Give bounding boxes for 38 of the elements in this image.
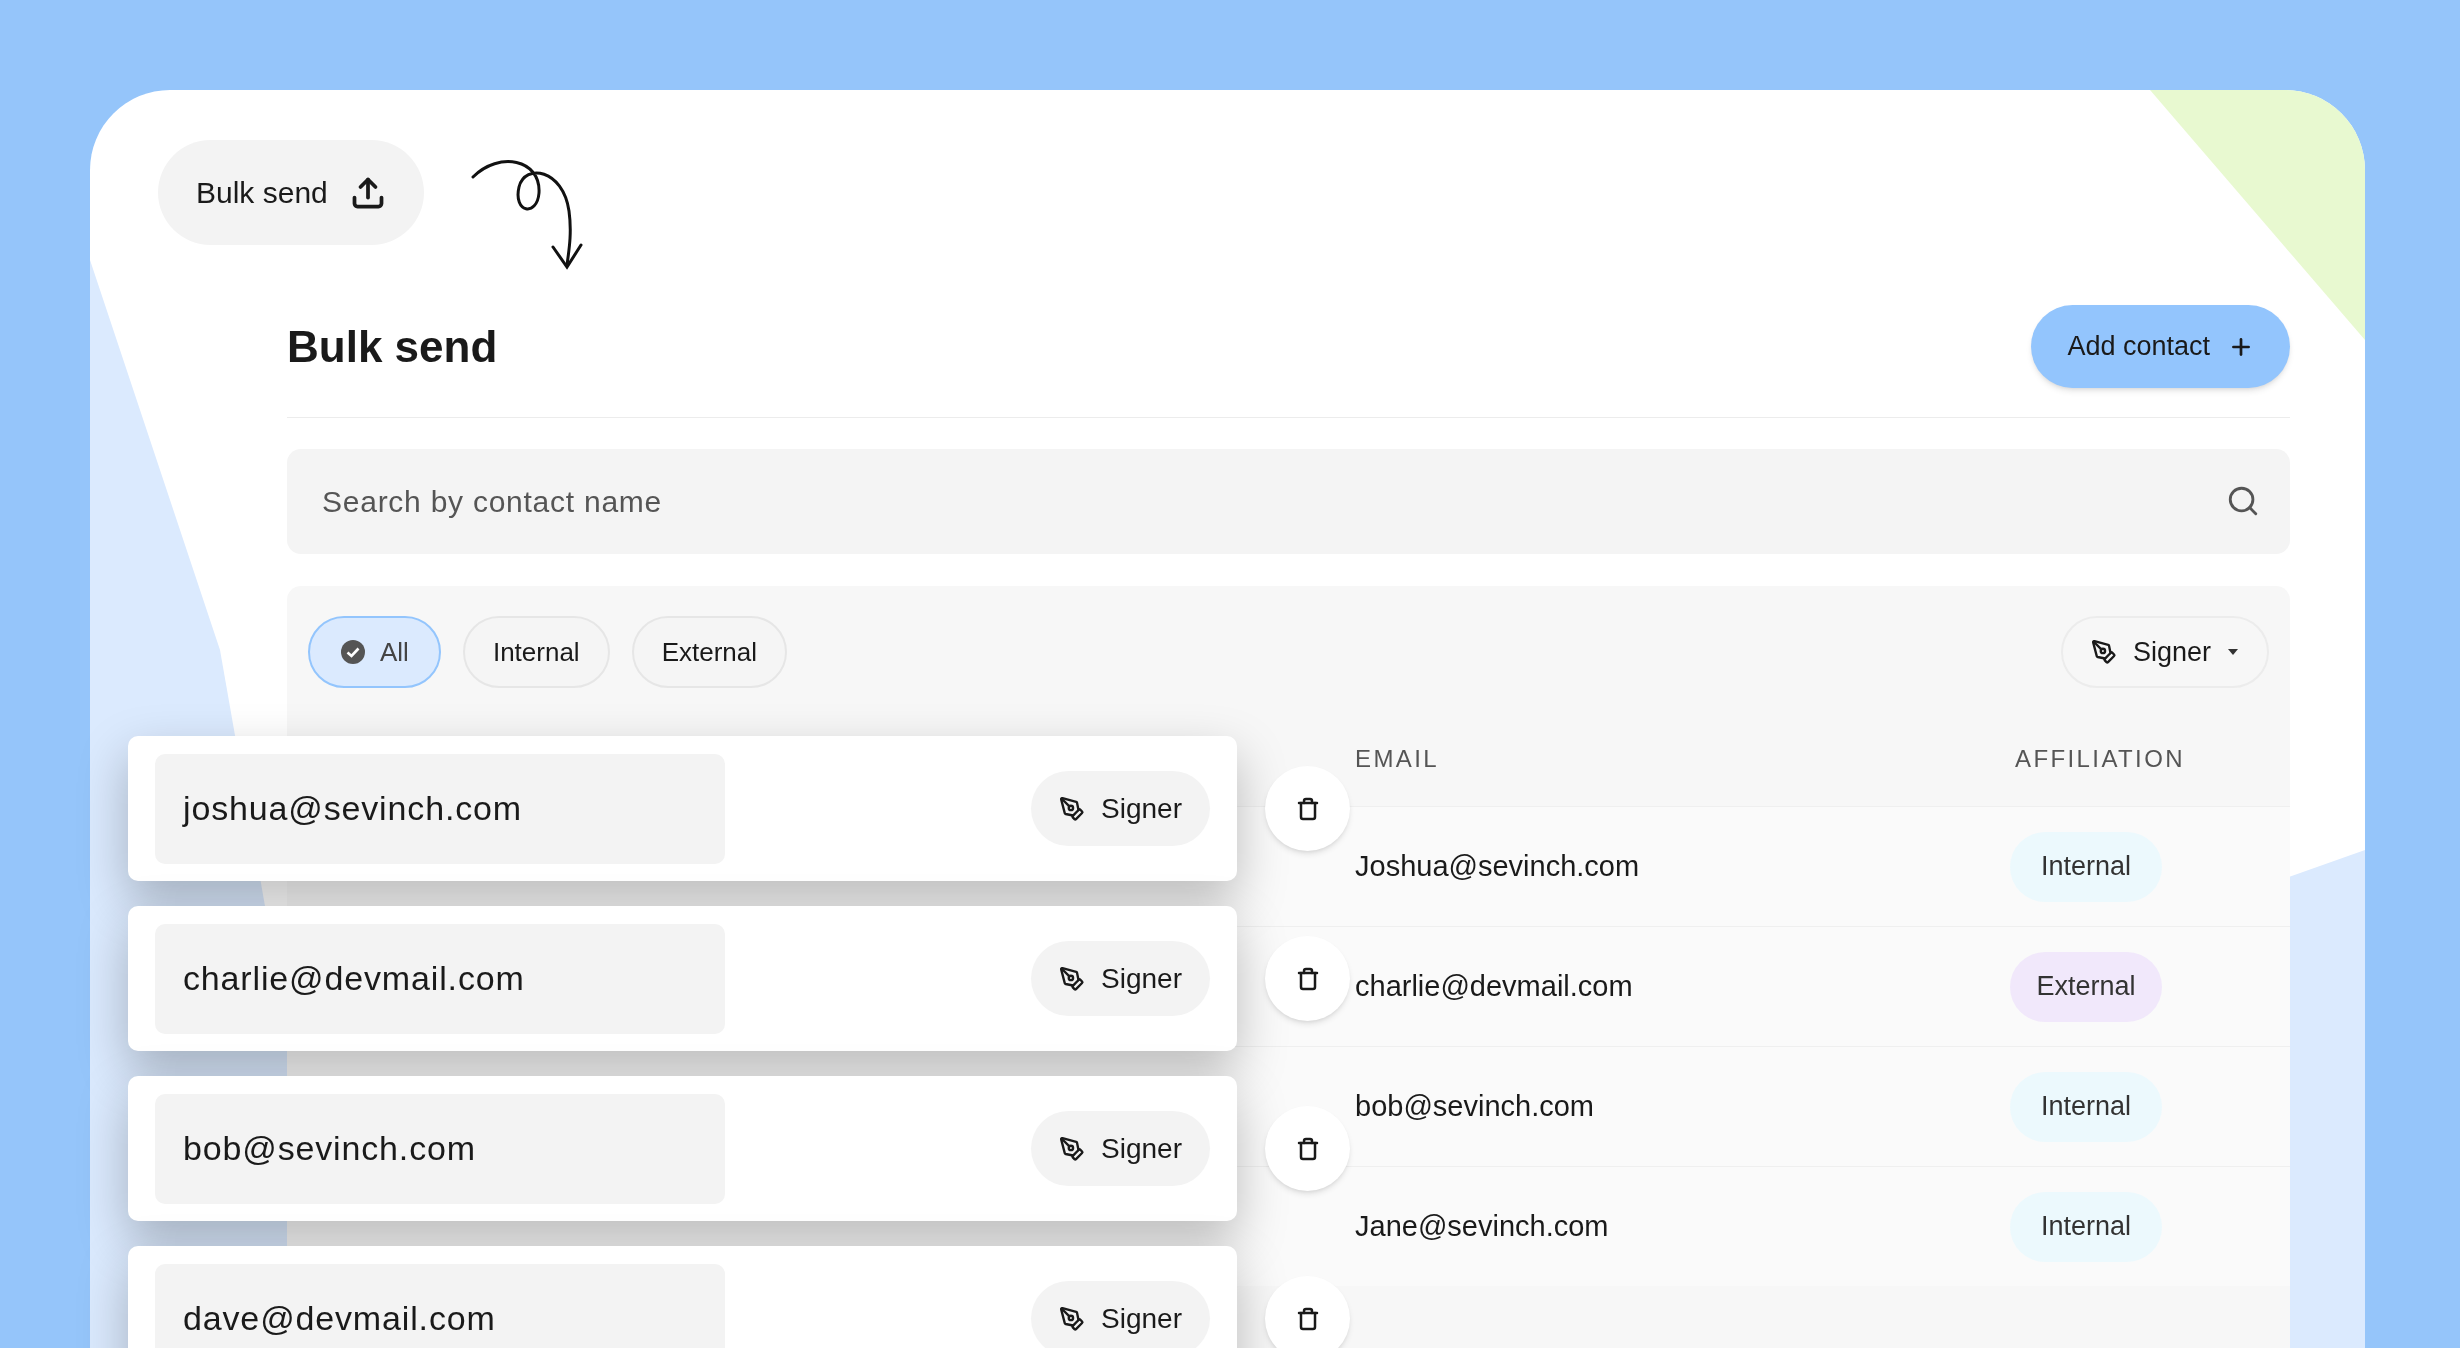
search-field[interactable]: Search by contact name	[287, 449, 2290, 554]
email-field[interactable]: bob@sevinch.com	[155, 1093, 725, 1204]
email-cell-text: bob@sevinch.com	[1355, 1088, 1595, 1124]
role-chip[interactable]: Signer	[1031, 941, 1210, 1016]
role-chip[interactable]: Signer	[1031, 1281, 1210, 1348]
pen-icon	[1059, 1135, 1086, 1162]
search-icon	[2226, 484, 2260, 518]
page-title: Bulk send	[287, 320, 498, 373]
filter-chip[interactable]: External	[631, 616, 788, 688]
role-chip[interactable]: Signer	[1031, 1111, 1210, 1186]
trash-icon	[1295, 796, 1320, 821]
filter-chip[interactable]: Internal	[462, 616, 610, 688]
pen-icon	[1059, 795, 1086, 822]
pen-icon	[1059, 1305, 1086, 1332]
bulk-send-button[interactable]: Bulk send	[158, 140, 424, 245]
email-cell-text: Joshua@sevinch.com	[1355, 848, 1641, 884]
role-chip[interactable]: Signer	[1031, 771, 1210, 846]
pen-icon	[2090, 639, 2117, 665]
caret-icon	[2227, 648, 2239, 656]
filter-chip[interactable]: All	[308, 616, 441, 688]
pen-icon	[1059, 965, 1086, 992]
affiliation-badge: Internal	[2010, 1071, 2162, 1142]
email-field[interactable]: dave@devmail.com	[155, 1263, 725, 1348]
trash-icon	[1295, 966, 1320, 991]
column-header: EMAIL	[1355, 743, 1441, 774]
check-circle-icon	[340, 639, 366, 665]
affiliation-badge: Internal	[2010, 831, 2162, 902]
email-cell-text: charlie@devmail.com	[1355, 968, 1634, 1004]
affiliation-badge: Internal	[2010, 1191, 2162, 1262]
trash-icon	[1295, 1136, 1320, 1161]
add-contact-button[interactable]: Add contact	[2031, 305, 2290, 388]
email-field[interactable]: joshua@sevinch.com	[155, 753, 725, 864]
email-cell-text: Jane@sevinch.com	[1355, 1208, 1610, 1244]
role-dropdown[interactable]: Signer	[2060, 616, 2269, 688]
trash-icon	[1295, 1306, 1320, 1331]
column-header: AFFILIATION	[2015, 743, 2185, 774]
affiliation-badge: External	[2010, 951, 2162, 1022]
email-field[interactable]: charlie@devmail.com	[155, 923, 725, 1034]
